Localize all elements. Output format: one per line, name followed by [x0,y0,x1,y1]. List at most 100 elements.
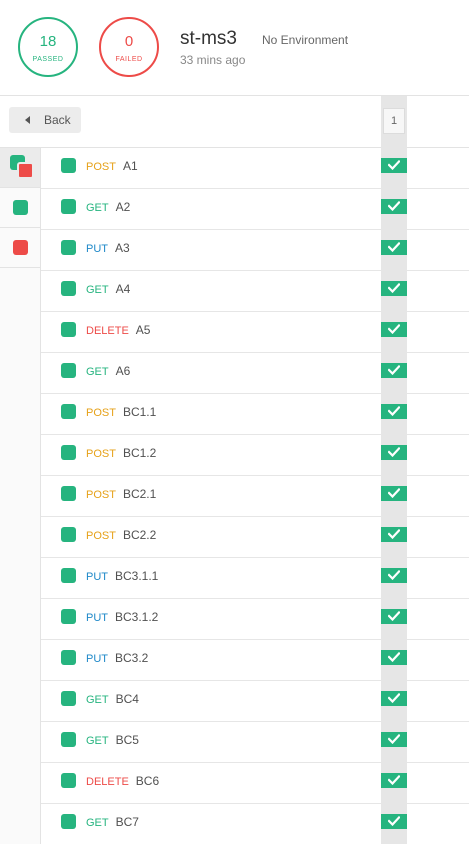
filter-failed[interactable] [0,228,40,268]
iteration-result-check-icon[interactable] [381,199,407,214]
status-pass-icon [61,445,76,460]
request-method: GET [86,735,109,747]
request-label[interactable]: GET BC7 [86,815,139,830]
request-row[interactable]: GET A6 [41,353,469,394]
request-label[interactable]: DELETE A5 [86,323,150,338]
status-pass-icon [61,650,76,665]
request-row[interactable]: POST BC2.2 [41,517,469,558]
request-label[interactable]: GET BC4 [86,692,139,707]
request-label[interactable]: POST BC1.2 [86,446,156,461]
request-row[interactable]: PUT BC3.1.2 [41,599,469,640]
request-label[interactable]: GET A6 [86,364,130,379]
filter-all[interactable] [0,148,40,188]
request-row[interactable]: POST BC2.1 [41,476,469,517]
request-name: A5 [135,323,151,337]
iteration-result-check-icon[interactable] [381,773,407,788]
filter-passed[interactable] [0,188,40,228]
request-name: BC4 [115,692,139,706]
request-row[interactable]: PUT BC3.1.1 [41,558,469,599]
request-name: BC2.1 [122,487,157,501]
run-environment: No Environment [262,33,349,47]
request-name: BC6 [135,774,160,788]
failed-label: FAILED [115,56,143,63]
request-name: BC7 [115,815,139,829]
iteration-result-check-icon[interactable] [381,609,407,624]
status-pass-icon [61,814,76,829]
iteration-result-check-icon[interactable] [381,158,407,173]
passed-counter: 18 PASSED [18,17,78,77]
request-row[interactable]: GET BC5 [41,722,469,763]
request-label[interactable]: POST A1 [86,159,138,174]
back-button[interactable]: Back [9,107,81,133]
request-label[interactable]: PUT BC3.2 [86,651,148,666]
request-method: POST [86,489,116,501]
request-label[interactable]: GET A2 [86,200,130,215]
request-method: GET [86,366,109,378]
failed-count: 0 [124,33,134,50]
run-summary-header: 18 PASSED 0 FAILED st-ms3 No Environment… [0,0,469,96]
request-label[interactable]: PUT A3 [86,241,130,256]
filter-failed-icon [13,240,28,255]
request-name: A2 [115,200,131,214]
passed-count: 18 [39,33,57,50]
request-name: A1 [122,159,138,173]
request-row[interactable]: GET A4 [41,271,469,312]
request-name: BC1.2 [122,446,157,460]
request-method: GET [86,694,109,706]
request-row[interactable]: DELETE BC6 [41,763,469,804]
request-method: GET [86,817,109,829]
iteration-result-check-icon[interactable] [381,404,407,419]
filter-passed-icon [13,200,28,215]
status-pass-icon [61,322,76,337]
iteration-result-check-icon[interactable] [381,363,407,378]
iteration-result-check-icon[interactable] [381,568,407,583]
status-pass-icon [61,158,76,173]
request-method: POST [86,161,116,173]
request-list: POST A1 GET A2 PUT A3 GET A4 DELETE A5 GET A6 POST BC… [41,148,469,844]
iteration-header[interactable]: 1 [383,108,405,134]
request-row[interactable]: GET BC4 [41,681,469,722]
request-label[interactable]: POST BC2.2 [86,528,156,543]
iteration-result-check-icon[interactable] [381,732,407,747]
request-row[interactable]: PUT A3 [41,230,469,271]
request-method: DELETE [86,325,129,337]
run-time-ago: 33 mins ago [180,53,246,67]
request-row[interactable]: GET A2 [41,189,469,230]
iteration-result-check-icon[interactable] [381,650,407,665]
iteration-result-check-icon[interactable] [381,814,407,829]
status-pass-icon [61,199,76,214]
request-name: A3 [115,241,130,255]
request-label[interactable]: DELETE BC6 [86,774,159,789]
status-pass-icon [61,527,76,542]
request-row[interactable]: POST A1 [41,148,469,189]
request-row[interactable]: POST BC1.1 [41,394,469,435]
request-label[interactable]: PUT BC3.1.2 [86,610,158,625]
request-row[interactable]: POST BC1.2 [41,435,469,476]
iteration-result-check-icon[interactable] [381,240,407,255]
status-pass-icon [61,240,76,255]
request-name: BC3.2 [115,651,149,665]
request-label[interactable]: POST BC2.1 [86,487,156,502]
iteration-result-check-icon[interactable] [381,486,407,501]
iteration-result-check-icon[interactable] [381,691,407,706]
status-pass-icon [61,281,76,296]
request-label[interactable]: GET BC5 [86,733,139,748]
request-label[interactable]: GET A4 [86,282,130,297]
request-row[interactable]: GET BC7 [41,804,469,844]
iteration-result-check-icon[interactable] [381,281,407,296]
request-row[interactable]: DELETE A5 [41,312,469,353]
request-name: A4 [115,282,131,296]
request-label[interactable]: PUT BC3.1.1 [86,569,158,584]
iteration-result-check-icon[interactable] [381,445,407,460]
request-name: A6 [115,364,131,378]
iteration-result-check-icon[interactable] [381,527,407,542]
status-pass-icon [61,609,76,624]
back-button-label: Back [44,113,71,127]
status-pass-icon [61,404,76,419]
request-row[interactable]: PUT BC3.2 [41,640,469,681]
request-method: PUT [86,243,108,255]
request-label[interactable]: POST BC1.1 [86,405,156,420]
request-name: BC3.1.2 [115,610,159,624]
iteration-result-check-icon[interactable] [381,322,407,337]
request-name: BC2.2 [122,528,157,542]
